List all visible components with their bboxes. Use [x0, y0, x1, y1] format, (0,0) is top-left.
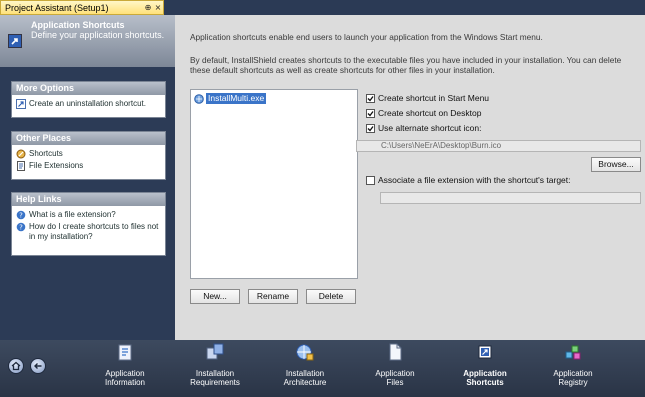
step-application-files[interactable]: Application Files	[355, 342, 435, 387]
assistant-navigation-bar: Application Information Installation Req…	[0, 340, 645, 397]
svg-text:?: ?	[19, 224, 23, 232]
installation-requirements-icon	[206, 343, 224, 360]
step-installation-architecture[interactable]: Installation Architecture	[265, 342, 345, 387]
application-shortcuts-icon	[478, 345, 492, 359]
start-menu-checkbox-box[interactable]	[366, 93, 375, 103]
alternate-icon-checkbox-box[interactable]	[366, 123, 375, 133]
help-link-create-shortcuts[interactable]: ? How do I create shortcuts to files not…	[16, 222, 161, 242]
create-uninstall-shortcut-label: Create an uninstallation shortcut.	[29, 99, 146, 108]
help-icon: ?	[16, 210, 26, 220]
tab-title: Project Assistant (Setup1)	[5, 2, 109, 13]
step-application-shortcuts[interactable]: Application Shortcuts	[445, 342, 525, 387]
step-application-files-line2: Files	[386, 378, 404, 387]
desktop-checkbox-box[interactable]	[366, 108, 375, 118]
description-text: By default, InstallShield creates shortc…	[190, 55, 622, 75]
step-installation-requirements-line1: Installation	[195, 369, 235, 378]
close-icon[interactable]: ×	[153, 3, 163, 12]
step-application-files-line1: Application	[375, 369, 415, 378]
application-information-icon	[118, 344, 132, 361]
application-files-icon	[389, 343, 402, 361]
step-installation-architecture-line2: Architecture	[283, 378, 327, 387]
shortcuts-link[interactable]: Shortcuts	[16, 149, 161, 159]
page-subtitle: Define your application shortcuts.	[31, 30, 165, 40]
step-application-registry-line1: Application	[553, 369, 593, 378]
new-button[interactable]: New...	[190, 289, 240, 304]
main-content: Application shortcuts enable end users t…	[175, 15, 645, 340]
step-application-information-line1: Application	[105, 369, 145, 378]
help-icon: ?	[16, 222, 26, 232]
application-shortcuts-icon	[8, 34, 22, 48]
start-menu-checkbox[interactable]: Create shortcut in Start Menu	[366, 93, 489, 103]
intro-text: Application shortcuts enable end users t…	[190, 32, 543, 42]
help-link-create-shortcuts-label: How do I create shortcuts to files not i…	[29, 222, 159, 241]
application-registry-icon	[565, 345, 581, 360]
file-extension-icon	[17, 161, 25, 171]
step-application-information-line2: Information	[104, 378, 146, 387]
icon-path-field[interactable]: C:\Users\NeErA\Desktop\Burn.ico	[356, 140, 641, 152]
help-link-file-extension-label: What is a file extension?	[29, 210, 116, 219]
file-extension-field[interactable]	[380, 192, 641, 204]
more-options-title: More Options	[12, 82, 165, 95]
help-links-title: Help Links	[12, 193, 165, 206]
svg-text:?: ?	[19, 212, 23, 220]
delete-button[interactable]: Delete	[306, 289, 356, 304]
document-tab-bar: Project Assistant (Setup1) ⊕ ×	[0, 0, 645, 15]
step-application-registry[interactable]: Application Registry	[533, 342, 613, 387]
assistant-body: Application Shortcuts Define your applic…	[0, 15, 645, 340]
other-places-panel: Other Places Shortcuts File Extensions	[11, 131, 166, 180]
list-item[interactable]: InstallMulti.exe	[194, 93, 267, 104]
page-header: Application Shortcuts Define your applic…	[0, 15, 175, 67]
associate-extension-checkbox-box[interactable]	[366, 175, 375, 185]
desktop-checkbox-label: Create shortcut on Desktop	[378, 108, 482, 118]
project-assistant-tab[interactable]: Project Assistant (Setup1) ⊕ ×	[0, 0, 164, 15]
create-uninstall-shortcut-link[interactable]: Create an uninstallation shortcut.	[16, 99, 161, 109]
associate-extension-checkbox-label: Associate a file extension with the shor…	[378, 175, 571, 185]
step-application-information[interactable]: Application Information	[85, 342, 165, 387]
browse-button[interactable]: Browse...	[591, 157, 641, 172]
other-places-title: Other Places	[12, 132, 165, 145]
alternate-icon-checkbox[interactable]: Use alternate shortcut icon:	[366, 123, 481, 133]
rename-button[interactable]: Rename	[248, 289, 298, 304]
desktop-checkbox[interactable]: Create shortcut on Desktop	[366, 108, 481, 118]
associate-extension-checkbox[interactable]: Associate a file extension with the shor…	[366, 175, 571, 185]
step-application-shortcuts-line1: Application	[463, 369, 507, 378]
help-links-panel: Help Links ? What is a file extension? ?…	[11, 192, 166, 256]
file-extensions-link[interactable]: File Extensions	[16, 161, 161, 171]
help-link-file-extension[interactable]: ? What is a file extension?	[16, 210, 161, 220]
step-application-registry-line2: Registry	[558, 378, 588, 387]
alternate-icon-checkbox-label: Use alternate shortcut icon:	[378, 123, 482, 133]
left-pane: Application Shortcuts Define your applic…	[0, 15, 175, 340]
shortcuts-icon	[16, 149, 26, 159]
shortcut-icon	[16, 99, 26, 109]
pin-icon[interactable]: ⊕	[143, 3, 153, 12]
page-title: Application Shortcuts	[31, 20, 125, 30]
more-options-panel: More Options Create an uninstallation sh…	[11, 81, 166, 118]
shortcut-list[interactable]: InstallMulti.exe	[190, 89, 358, 279]
installation-architecture-icon	[296, 344, 314, 361]
back-arrow-icon	[34, 363, 42, 369]
back-button[interactable]	[30, 358, 46, 374]
step-installation-requirements-line2: Requirements	[190, 378, 240, 387]
home-button[interactable]	[8, 358, 24, 374]
shortcuts-label: Shortcuts	[29, 149, 63, 158]
shortcut-list-item-label: InstallMulti.exe	[206, 93, 267, 104]
step-application-shortcuts-line2: Shortcuts	[466, 378, 504, 387]
step-installation-architecture-line1: Installation	[285, 369, 325, 378]
file-extensions-label: File Extensions	[29, 161, 84, 170]
home-icon	[11, 361, 21, 371]
step-installation-requirements[interactable]: Installation Requirements	[175, 342, 255, 387]
start-menu-checkbox-label: Create shortcut in Start Menu	[378, 93, 490, 103]
executable-icon	[194, 93, 204, 104]
